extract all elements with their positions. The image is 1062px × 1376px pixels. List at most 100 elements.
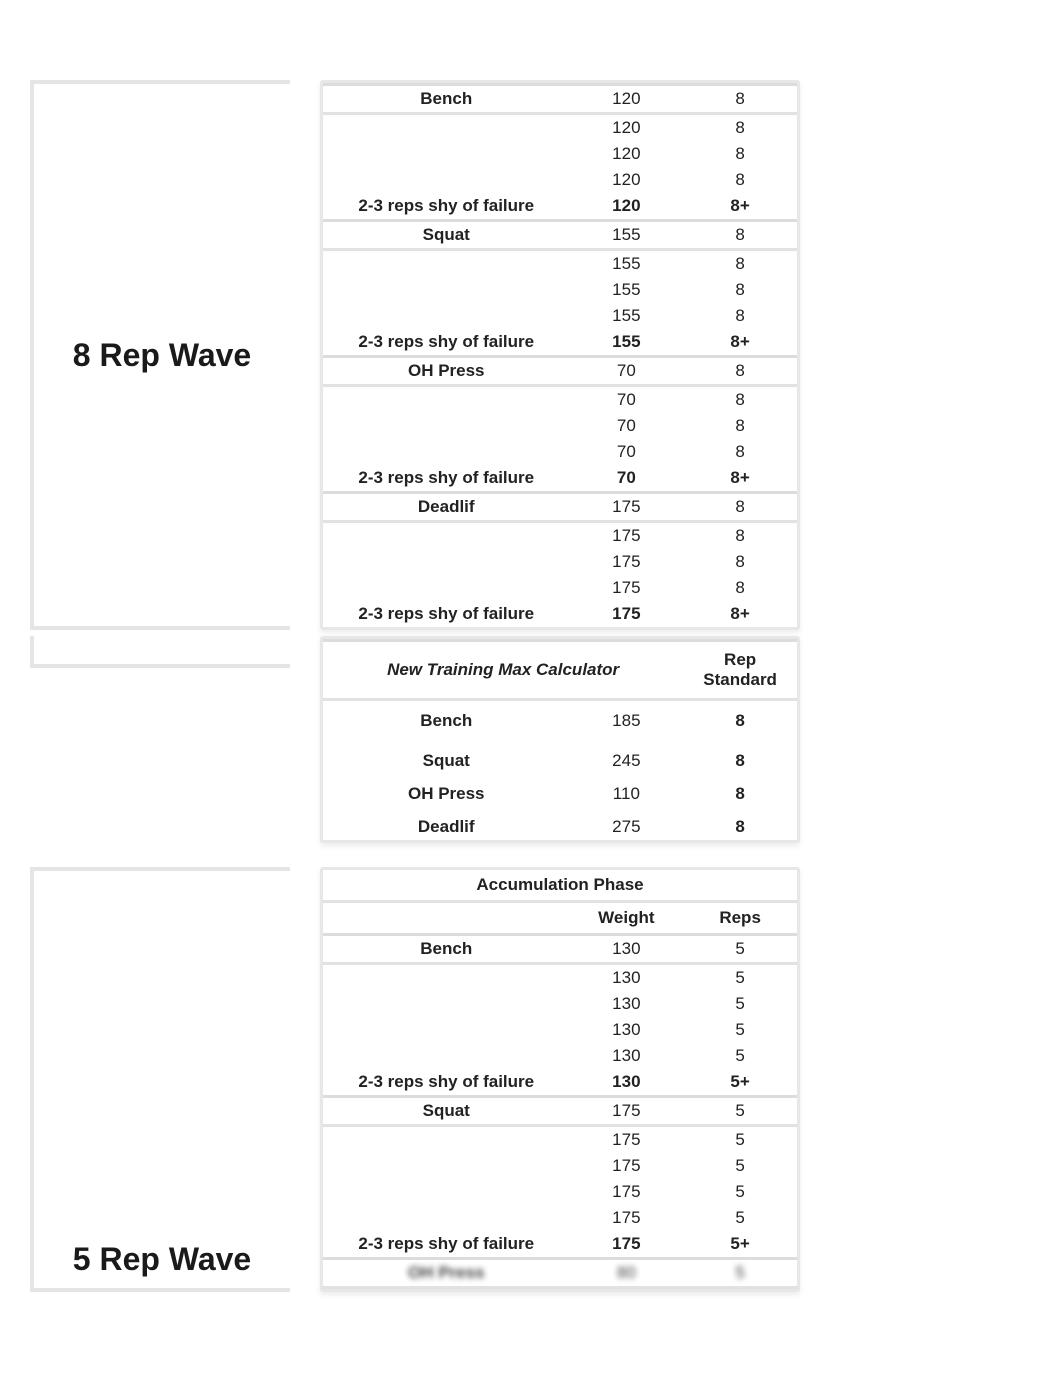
wave5-label-cell: 5 Rep Wave (30, 867, 290, 1292)
wave5-table: Accumulation Phase WeightReps Bench1305 … (320, 867, 800, 1292)
cell-reps: 5+ (683, 1069, 797, 1097)
cell-weight: 155 (569, 221, 683, 250)
cell-reps: 8 (683, 413, 797, 439)
cell-reps: 5 (683, 1017, 797, 1043)
calculator-table: New Training Max Calculator Rep Standard… (320, 636, 800, 843)
cell-reps: 8 (683, 250, 797, 278)
cell-reps: 5 (683, 991, 797, 1017)
cell-reps: 8+ (683, 329, 797, 357)
cell-reps: 5 (683, 1205, 797, 1231)
wave5-row: 5 Rep Wave Accumulation Phase WeightReps… (40, 867, 1022, 1292)
cell-reps: 8 (683, 522, 797, 550)
wave5-label: 5 Rep Wave (73, 1241, 251, 1278)
ex-name: Bench (323, 85, 569, 114)
cell-weight: 70 (569, 386, 683, 414)
ex-name: Squat (323, 741, 569, 781)
calc-std: 8 (683, 814, 797, 840)
wave8-row: 8 Rep Wave Bench1208 1208 1208 1208 2-3 … (40, 80, 1022, 630)
cell-weight: 175 (569, 575, 683, 601)
cell-weight: 70 (569, 465, 683, 493)
calc-val: 110 (569, 781, 683, 814)
accum-title: Accumulation Phase (323, 870, 797, 902)
cell-weight: 175 (569, 1097, 683, 1126)
cell-weight: 80 (569, 1259, 683, 1288)
cell-reps: 8 (683, 277, 797, 303)
cell-weight: 175 (569, 549, 683, 575)
cell-weight: 120 (569, 141, 683, 167)
cell-weight: 120 (569, 114, 683, 142)
ex-name: Deadlif (323, 493, 569, 522)
weight-hdr: Weight (569, 902, 683, 935)
last-note: 2-3 reps shy of failure (323, 1231, 569, 1259)
ex-name: Squat (323, 1097, 569, 1126)
last-note: 2-3 reps shy of failure (323, 329, 569, 357)
ex-name: OH Press (323, 781, 569, 814)
cell-weight: 175 (569, 1231, 683, 1259)
cell-weight: 120 (569, 193, 683, 221)
cell-reps: 5 (683, 1043, 797, 1069)
cell-reps: 5 (683, 964, 797, 992)
cell-reps: 5 (683, 1259, 797, 1288)
calc-std: 8 (683, 781, 797, 814)
wave8-table: Bench1208 1208 1208 1208 2-3 reps shy of… (320, 80, 800, 630)
wave8-label-cell: 8 Rep Wave (30, 80, 290, 630)
last-note: 2-3 reps shy of failure (323, 601, 569, 627)
cell-weight: 120 (569, 85, 683, 114)
ex-name: Bench (323, 700, 569, 742)
cell-reps: 5 (683, 1179, 797, 1205)
calc-title: New Training Max Calculator (323, 641, 683, 700)
rep-standard-hdr: Rep Standard (683, 641, 797, 700)
cell-weight: 70 (569, 413, 683, 439)
cell-weight: 155 (569, 303, 683, 329)
cell-weight: 155 (569, 277, 683, 303)
cell-weight: 130 (569, 964, 683, 992)
cell-reps: 8+ (683, 193, 797, 221)
ex-name: Deadlif (323, 814, 569, 840)
cell-reps: 8 (683, 114, 797, 142)
cell-weight: 130 (569, 1017, 683, 1043)
cell-weight: 175 (569, 1126, 683, 1154)
cell-reps: 5 (683, 1153, 797, 1179)
cell-reps: 8 (683, 167, 797, 193)
ex-name: Squat (323, 221, 569, 250)
cell-reps: 8+ (683, 601, 797, 627)
cell-weight: 130 (569, 935, 683, 964)
cell-reps: 8 (683, 575, 797, 601)
cell-weight: 175 (569, 1153, 683, 1179)
cell-weight: 155 (569, 250, 683, 278)
cell-reps: 5 (683, 1097, 797, 1126)
cell-weight: 175 (569, 601, 683, 627)
cell-reps: 5+ (683, 1231, 797, 1259)
ex-name: Bench (323, 935, 569, 964)
calc-val: 275 (569, 814, 683, 840)
cell-reps: 8+ (683, 465, 797, 493)
ex-name: OH Press (323, 1259, 569, 1288)
cell-reps: 8 (683, 386, 797, 414)
cell-weight: 70 (569, 439, 683, 465)
cell-weight: 130 (569, 991, 683, 1017)
calc-val: 245 (569, 741, 683, 781)
ex-name: OH Press (323, 357, 569, 386)
cell-weight: 120 (569, 167, 683, 193)
cell-weight: 130 (569, 1069, 683, 1097)
cell-reps: 8 (683, 141, 797, 167)
cell-weight: 175 (569, 1205, 683, 1231)
cell-reps: 5 (683, 1126, 797, 1154)
calc-std: 8 (683, 741, 797, 781)
cell-weight: 175 (569, 1179, 683, 1205)
last-note: 2-3 reps shy of failure (323, 1069, 569, 1097)
cell-weight: 175 (569, 493, 683, 522)
last-note: 2-3 reps shy of failure (323, 193, 569, 221)
last-note: 2-3 reps shy of failure (323, 465, 569, 493)
cell-reps: 8 (683, 303, 797, 329)
cell-reps: 8 (683, 221, 797, 250)
cell-reps: 8 (683, 357, 797, 386)
cell-reps: 8 (683, 85, 797, 114)
cell-weight: 70 (569, 357, 683, 386)
calculator-row: New Training Max Calculator Rep Standard… (40, 636, 1022, 843)
calc-stub (30, 636, 290, 668)
cell-reps: 8 (683, 493, 797, 522)
reps-hdr: Reps (683, 902, 797, 935)
cell-weight: 175 (569, 522, 683, 550)
cell-reps: 5 (683, 935, 797, 964)
